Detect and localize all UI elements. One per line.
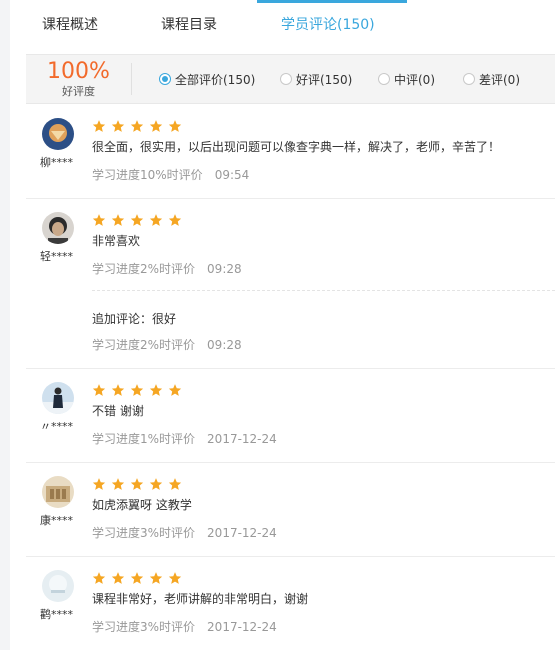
review-time: 09:54 xyxy=(214,168,250,182)
review-progress: 学习进度2%时评价 xyxy=(92,338,196,352)
star-icon xyxy=(92,119,106,133)
review-content: 课程非常好，老师讲解的非常明白，谢谢 xyxy=(92,592,309,606)
review-time: 2017-12-24 xyxy=(207,432,277,446)
star-icon xyxy=(168,477,182,491)
radio-dot-icon xyxy=(280,72,292,85)
star-icon xyxy=(168,119,182,133)
rating-value: 100% xyxy=(47,59,110,84)
star-icon xyxy=(149,119,163,133)
star-rating xyxy=(92,382,187,396)
tab-bar: 课程概述 课程目录 学员评论(150) xyxy=(10,0,555,50)
rating-label: 好评度 xyxy=(62,85,95,98)
review-meta: 学习进度3%时评价 2017-12-24 xyxy=(92,524,277,541)
append-divider xyxy=(92,290,555,291)
review-item: 康**** 如虎添翼呀 这教学 学习进度3%时评价 2017-12-24 xyxy=(26,462,555,557)
tab-reviews[interactable]: 学员评论(150) xyxy=(281,14,375,34)
star-icon xyxy=(168,571,182,585)
filter-positive-radio[interactable]: 好评(150) xyxy=(280,71,352,87)
star-icon xyxy=(111,571,125,585)
star-icon xyxy=(130,571,144,585)
star-rating xyxy=(92,118,187,132)
star-icon xyxy=(168,383,182,397)
review-meta: 学习进度1%时评价 2017-12-24 xyxy=(92,430,277,447)
avatar[interactable] xyxy=(42,476,74,508)
avatar[interactable] xyxy=(42,570,74,602)
review-time: 2017-12-24 xyxy=(207,526,277,540)
review-content: 非常喜欢 xyxy=(92,234,141,248)
avatar[interactable] xyxy=(42,212,74,244)
review-progress: 学习进度1%时评价 xyxy=(92,432,196,446)
review-meta: 学习进度2%时评价 09:28 xyxy=(92,260,242,277)
username: 柳**** xyxy=(40,156,73,169)
star-icon xyxy=(168,213,182,227)
radio-dot-icon xyxy=(463,72,475,85)
star-icon xyxy=(92,571,106,585)
star-icon xyxy=(149,571,163,585)
review-meta: 学习进度10%时评价 09:54 xyxy=(92,166,249,183)
review-content: 不错 谢谢 xyxy=(92,404,144,418)
star-icon xyxy=(92,477,106,491)
review-item: 鹳**** 课程非常好，老师讲解的非常明白，谢谢 学习进度3%时评价 2017-1… xyxy=(26,556,555,650)
review-progress: 学习进度10%时评价 xyxy=(92,168,203,182)
star-rating xyxy=(92,476,187,490)
star-icon xyxy=(111,477,125,491)
radio-dot-icon xyxy=(159,72,171,85)
tab-catalog[interactable]: 课程目录 xyxy=(161,14,217,34)
append-review-content: 追加评论：很好 xyxy=(92,312,177,326)
review-meta: 学习进度3%时评价 2017-12-24 xyxy=(92,618,277,635)
review-item: 轻**** 非常喜欢 学习进度2%时评价 09:28 追加评论：很好 学习进度2%… xyxy=(26,198,555,369)
review-content: 很全面，很实用，以后出现问题可以像查字典一样，解决了，老师，辛苦了！ xyxy=(92,140,501,154)
star-icon xyxy=(130,213,144,227)
star-icon xyxy=(111,119,125,133)
filter-negative-radio[interactable]: 差评(0) xyxy=(463,71,520,87)
left-rail xyxy=(0,0,10,650)
append-review-meta: 学习进度2%时评价 09:28 xyxy=(92,336,242,353)
star-icon xyxy=(92,383,106,397)
review-time: 09:28 xyxy=(207,262,242,276)
radio-dot-icon xyxy=(378,72,390,85)
filter-all-radio[interactable]: 全部评价(150) xyxy=(159,71,255,87)
star-icon xyxy=(111,213,125,227)
star-icon xyxy=(130,477,144,491)
review-progress: 学习进度3%时评价 xyxy=(92,526,196,540)
star-icon xyxy=(149,383,163,397)
star-icon xyxy=(130,383,144,397)
review-filter-bar: 100% 好评度 全部评价(150) 好评(150) 中评(0) 差评(0) xyxy=(26,54,555,104)
avatar[interactable] xyxy=(42,118,74,150)
review-progress: 学习进度2%时评价 xyxy=(92,262,196,276)
star-rating xyxy=(92,570,187,584)
star-icon xyxy=(149,213,163,227)
star-rating xyxy=(92,212,187,226)
tab-overview[interactable]: 课程概述 xyxy=(42,14,98,34)
star-icon xyxy=(111,383,125,397)
avatar[interactable] xyxy=(42,382,74,414)
username: 轻**** xyxy=(40,250,73,263)
active-tab-indicator xyxy=(257,0,407,3)
review-content: 如虎添翼呀 这教学 xyxy=(92,498,192,512)
review-time: 2017-12-24 xyxy=(207,620,277,634)
username: 〃**** xyxy=(40,420,73,433)
star-icon xyxy=(92,213,106,227)
review-progress: 学习进度3%时评价 xyxy=(92,620,196,634)
username: 鹳**** xyxy=(40,608,73,621)
star-icon xyxy=(149,477,163,491)
username: 康**** xyxy=(40,514,73,527)
filter-neutral-radio[interactable]: 中评(0) xyxy=(378,71,435,87)
star-icon xyxy=(130,119,144,133)
review-item: 柳**** 很全面，很实用，以后出现问题可以像查字典一样，解决了，老师，辛苦了！… xyxy=(26,104,555,199)
review-time: 09:28 xyxy=(207,338,242,352)
rating-summary: 100% 好评度 xyxy=(26,55,131,103)
review-item: 〃**** 不错 谢谢 学习进度1%时评价 2017-12-24 xyxy=(26,368,555,463)
divider xyxy=(131,63,132,95)
